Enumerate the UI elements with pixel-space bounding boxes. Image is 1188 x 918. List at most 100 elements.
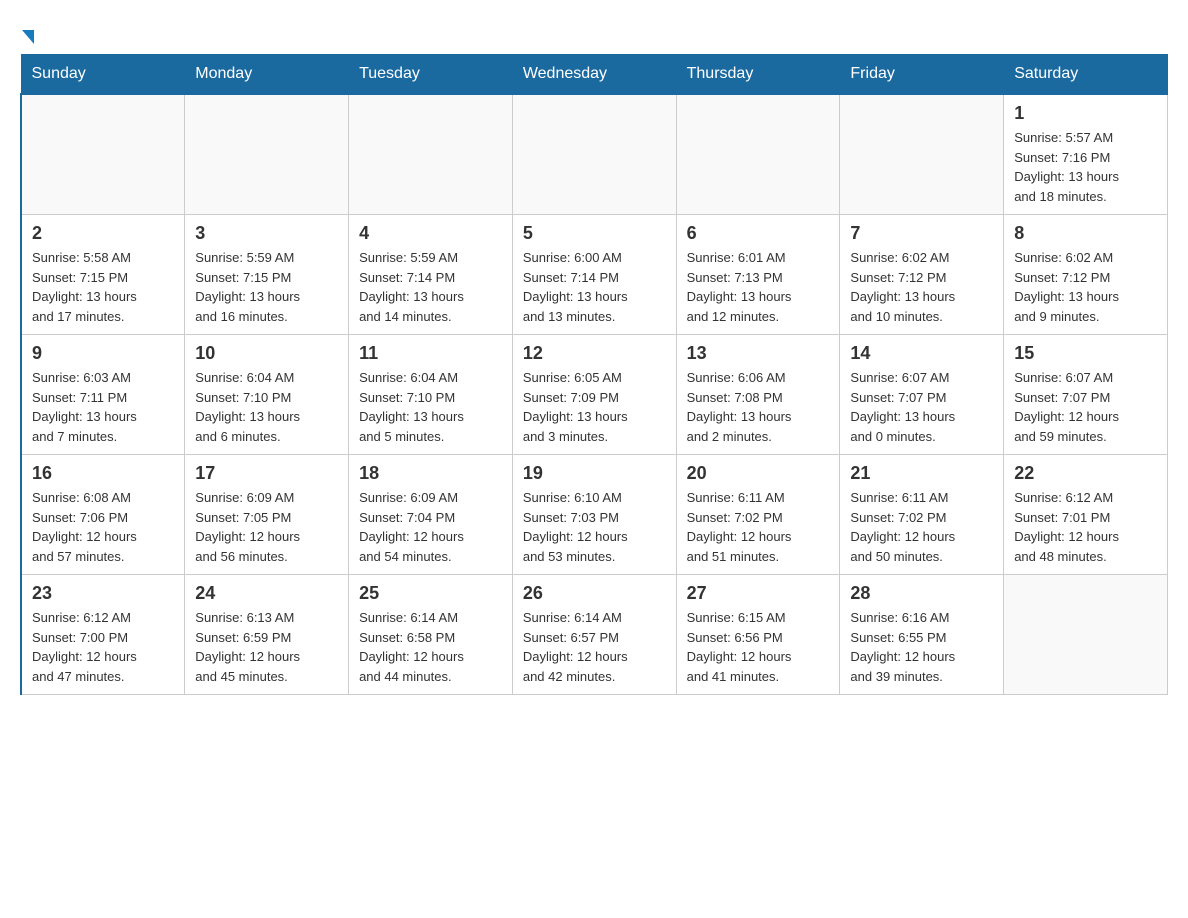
sun-info: Sunrise: 6:12 AM Sunset: 7:00 PM Dayligh…: [32, 608, 174, 686]
calendar-cell: 7 Sunrise: 6:02 AM Sunset: 7:12 PM Daylig…: [840, 215, 1004, 335]
calendar-cell: [349, 94, 513, 215]
day-number: 9: [32, 343, 174, 364]
calendar-week-row: 23 Sunrise: 6:12 AM Sunset: 7:00 PM Dayli…: [21, 575, 1168, 695]
day-number: 16: [32, 463, 174, 484]
sun-info: Sunrise: 6:14 AM Sunset: 6:58 PM Dayligh…: [359, 608, 502, 686]
weekday-header-sunday: Sunday: [21, 55, 185, 95]
calendar-cell: 20 Sunrise: 6:11 AM Sunset: 7:02 PM Dayli…: [676, 455, 840, 575]
sun-info: Sunrise: 6:08 AM Sunset: 7:06 PM Dayligh…: [32, 488, 174, 566]
calendar-cell: 10 Sunrise: 6:04 AM Sunset: 7:10 PM Dayli…: [185, 335, 349, 455]
sun-info: Sunrise: 6:07 AM Sunset: 7:07 PM Dayligh…: [850, 368, 993, 446]
day-number: 21: [850, 463, 993, 484]
weekday-header-thursday: Thursday: [676, 55, 840, 95]
calendar-cell: 8Sunrise: 6:02 AM Sunset: 7:12 PM Daylig…: [1004, 215, 1168, 335]
calendar-cell: 28 Sunrise: 6:16 AM Sunset: 6:55 PM Dayli…: [840, 575, 1004, 695]
sun-info: Sunrise: 6:09 AM Sunset: 7:04 PM Dayligh…: [359, 488, 502, 566]
day-number: 11: [359, 343, 502, 364]
calendar-cell: 11 Sunrise: 6:04 AM Sunset: 7:10 PM Dayli…: [349, 335, 513, 455]
logo: [20, 30, 34, 44]
calendar-cell: 22 Sunrise: 6:12 AM Sunset: 7:01 PM Dayli…: [1004, 455, 1168, 575]
calendar-cell: 15 Sunrise: 6:07 AM Sunset: 7:07 PM Dayli…: [1004, 335, 1168, 455]
day-number: 19: [523, 463, 666, 484]
day-number: 28: [850, 583, 993, 604]
day-number: 18: [359, 463, 502, 484]
sun-info: Sunrise: 6:05 AM Sunset: 7:09 PM Dayligh…: [523, 368, 666, 446]
calendar-cell: [185, 94, 349, 215]
sun-info: Sunrise: 6:06 AM Sunset: 7:08 PM Dayligh…: [687, 368, 830, 446]
sun-info: Sunrise: 6:16 AM Sunset: 6:55 PM Dayligh…: [850, 608, 993, 686]
calendar-cell: [21, 94, 185, 215]
calendar-cell: 14 Sunrise: 6:07 AM Sunset: 7:07 PM Dayli…: [840, 335, 1004, 455]
page-header: [20, 20, 1168, 44]
day-number: 3: [195, 223, 338, 244]
day-number: 13: [687, 343, 830, 364]
calendar-cell: 5 Sunrise: 6:00 AM Sunset: 7:14 PM Daylig…: [512, 215, 676, 335]
calendar-cell: 27 Sunrise: 6:15 AM Sunset: 6:56 PM Dayli…: [676, 575, 840, 695]
sun-info: Sunrise: 6:01 AM Sunset: 7:13 PM Dayligh…: [687, 248, 830, 326]
weekday-header-friday: Friday: [840, 55, 1004, 95]
calendar-cell: 21 Sunrise: 6:11 AM Sunset: 7:02 PM Dayli…: [840, 455, 1004, 575]
sun-info: Sunrise: 6:04 AM Sunset: 7:10 PM Dayligh…: [195, 368, 338, 446]
calendar-cell: 25 Sunrise: 6:14 AM Sunset: 6:58 PM Dayli…: [349, 575, 513, 695]
day-number: 2: [32, 223, 174, 244]
day-number: 7: [850, 223, 993, 244]
calendar-cell: 18 Sunrise: 6:09 AM Sunset: 7:04 PM Dayli…: [349, 455, 513, 575]
sun-info: Sunrise: 5:57 AM Sunset: 7:16 PM Dayligh…: [1014, 128, 1157, 206]
calendar-cell: 1 Sunrise: 5:57 AM Sunset: 7:16 PM Daylig…: [1004, 94, 1168, 215]
sun-info: Sunrise: 6:07 AM Sunset: 7:07 PM Dayligh…: [1014, 368, 1157, 446]
calendar-cell: 4 Sunrise: 5:59 AM Sunset: 7:14 PM Daylig…: [349, 215, 513, 335]
sun-info: Sunrise: 6:02 AM Sunset: 7:12 PM Dayligh…: [1014, 248, 1157, 326]
calendar-cell: 17 Sunrise: 6:09 AM Sunset: 7:05 PM Dayli…: [185, 455, 349, 575]
day-number: 22: [1014, 463, 1157, 484]
day-number: 6: [687, 223, 830, 244]
sun-info: Sunrise: 5:59 AM Sunset: 7:14 PM Dayligh…: [359, 248, 502, 326]
calendar-week-row: 2 Sunrise: 5:58 AM Sunset: 7:15 PM Daylig…: [21, 215, 1168, 335]
calendar-cell: [840, 94, 1004, 215]
sun-info: Sunrise: 6:12 AM Sunset: 7:01 PM Dayligh…: [1014, 488, 1157, 566]
calendar-cell: 26 Sunrise: 6:14 AM Sunset: 6:57 PM Dayli…: [512, 575, 676, 695]
calendar-cell: 9 Sunrise: 6:03 AM Sunset: 7:11 PM Daylig…: [21, 335, 185, 455]
sun-info: Sunrise: 6:03 AM Sunset: 7:11 PM Dayligh…: [32, 368, 174, 446]
calendar-week-row: 1 Sunrise: 5:57 AM Sunset: 7:16 PM Daylig…: [21, 94, 1168, 215]
day-number: 5: [523, 223, 666, 244]
day-number: 25: [359, 583, 502, 604]
weekday-header-tuesday: Tuesday: [349, 55, 513, 95]
day-number: 4: [359, 223, 502, 244]
sun-info: Sunrise: 6:04 AM Sunset: 7:10 PM Dayligh…: [359, 368, 502, 446]
calendar-cell: 3 Sunrise: 5:59 AM Sunset: 7:15 PM Daylig…: [185, 215, 349, 335]
weekday-header-monday: Monday: [185, 55, 349, 95]
sun-info: Sunrise: 6:09 AM Sunset: 7:05 PM Dayligh…: [195, 488, 338, 566]
sun-info: Sunrise: 6:00 AM Sunset: 7:14 PM Dayligh…: [523, 248, 666, 326]
day-number: 26: [523, 583, 666, 604]
weekday-header-saturday: Saturday: [1004, 55, 1168, 95]
day-number: 17: [195, 463, 338, 484]
day-number: 27: [687, 583, 830, 604]
day-number: 14: [850, 343, 993, 364]
sun-info: Sunrise: 6:02 AM Sunset: 7:12 PM Dayligh…: [850, 248, 993, 326]
sun-info: Sunrise: 5:58 AM Sunset: 7:15 PM Dayligh…: [32, 248, 174, 326]
day-number: 1: [1014, 103, 1157, 124]
calendar-cell: 23 Sunrise: 6:12 AM Sunset: 7:00 PM Dayli…: [21, 575, 185, 695]
calendar-week-row: 9 Sunrise: 6:03 AM Sunset: 7:11 PM Daylig…: [21, 335, 1168, 455]
day-number: 15: [1014, 343, 1157, 364]
sun-info: Sunrise: 6:10 AM Sunset: 7:03 PM Dayligh…: [523, 488, 666, 566]
day-number: 10: [195, 343, 338, 364]
calendar-cell: 13 Sunrise: 6:06 AM Sunset: 7:08 PM Dayli…: [676, 335, 840, 455]
day-number: 20: [687, 463, 830, 484]
sun-info: Sunrise: 6:11 AM Sunset: 7:02 PM Dayligh…: [850, 488, 993, 566]
calendar-cell: [512, 94, 676, 215]
sun-info: Sunrise: 6:15 AM Sunset: 6:56 PM Dayligh…: [687, 608, 830, 686]
calendar-cell: 24 Sunrise: 6:13 AM Sunset: 6:59 PM Dayli…: [185, 575, 349, 695]
calendar-cell: 2 Sunrise: 5:58 AM Sunset: 7:15 PM Daylig…: [21, 215, 185, 335]
day-number: 23: [32, 583, 174, 604]
sun-info: Sunrise: 6:13 AM Sunset: 6:59 PM Dayligh…: [195, 608, 338, 686]
calendar-cell: 12Sunrise: 6:05 AM Sunset: 7:09 PM Dayli…: [512, 335, 676, 455]
sun-info: Sunrise: 6:14 AM Sunset: 6:57 PM Dayligh…: [523, 608, 666, 686]
calendar-cell: 19 Sunrise: 6:10 AM Sunset: 7:03 PM Dayli…: [512, 455, 676, 575]
sun-info: Sunrise: 5:59 AM Sunset: 7:15 PM Dayligh…: [195, 248, 338, 326]
sun-info: Sunrise: 6:11 AM Sunset: 7:02 PM Dayligh…: [687, 488, 830, 566]
weekday-header-row: SundayMondayTuesdayWednesdayThursdayFrid…: [21, 55, 1168, 95]
calendar-cell: [1004, 575, 1168, 695]
weekday-header-wednesday: Wednesday: [512, 55, 676, 95]
day-number: 24: [195, 583, 338, 604]
